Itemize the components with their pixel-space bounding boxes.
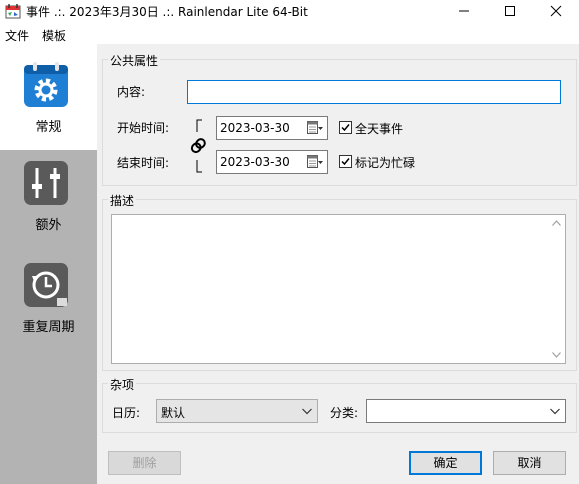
close-icon: [550, 5, 562, 17]
sidebar-item-label: 常规: [35, 120, 62, 135]
gear-calendar-icon: [24, 62, 68, 107]
scroll-up-icon[interactable]: [552, 220, 561, 226]
cancel-button[interactable]: 取消: [493, 451, 566, 475]
sidebar-item-extra[interactable]: 额外: [0, 150, 97, 246]
calendar-select-value: 默认: [161, 406, 186, 420]
content-label: 内容:: [117, 85, 146, 99]
calendar-dropdown-icon: [307, 155, 323, 168]
description-scrollbar[interactable]: [548, 215, 565, 363]
title-bar[interactable]: 事件 .:. 2023年3月30日 .:. Rainlendar Lite 64…: [0, 0, 579, 22]
window-title: 事件 .:. 2023年3月30日 .:. Rainlendar Lite 64…: [26, 5, 308, 19]
calendar-select[interactable]: 默认: [156, 399, 318, 423]
category-select[interactable]: [366, 399, 566, 423]
content-input[interactable]: [187, 80, 561, 104]
allday-checkbox[interactable]: [339, 121, 352, 134]
sliders-icon: [24, 161, 68, 205]
category-label: 分类:: [330, 406, 359, 420]
sidebar-item-recurrence[interactable]: 重复周期: [0, 250, 97, 346]
checkmark-icon: [341, 124, 350, 132]
description-textarea[interactable]: [111, 214, 566, 364]
busy-checkbox[interactable]: [339, 155, 352, 168]
chevron-down-icon: [550, 408, 560, 415]
start-date-value: 2023-03-30: [220, 121, 290, 135]
misc-group-title: 杂项: [108, 376, 137, 393]
scroll-down-icon[interactable]: [552, 352, 561, 358]
sidebar-item-label: 额外: [35, 218, 62, 233]
menu-file[interactable]: 文件: [5, 27, 29, 44]
allday-label[interactable]: 全天事件: [355, 120, 403, 137]
menu-template[interactable]: 模板: [42, 27, 66, 44]
recurrence-clock-icon: [24, 263, 68, 307]
app-icon: [5, 4, 21, 19]
sidebar-item-general[interactable]: 常规: [0, 44, 97, 150]
maximize-button[interactable]: [487, 0, 533, 22]
link-chain-icon[interactable]: [186, 118, 212, 174]
start-date-picker[interactable]: 2023-03-30: [216, 116, 328, 140]
end-time-label: 结束时间:: [117, 156, 170, 170]
general-group-title: 公共属性: [108, 52, 161, 69]
close-button[interactable]: [533, 0, 579, 22]
start-time-label: 开始时间:: [117, 121, 170, 135]
delete-button[interactable]: 删除: [108, 451, 181, 475]
maximize-icon: [505, 6, 515, 16]
description-group-title: 描述: [108, 192, 137, 209]
sidebar-item-label: 重复周期: [22, 320, 75, 335]
menu-bar: 文件 模板: [0, 24, 579, 44]
busy-label[interactable]: 标记为忙碌: [355, 154, 415, 171]
calendar-dropdown-icon: [307, 121, 323, 134]
chevron-down-icon: [302, 408, 312, 415]
end-date-value: 2023-03-30: [220, 155, 290, 169]
ok-button[interactable]: 确定: [409, 451, 482, 475]
calendar-label: 日历:: [112, 406, 141, 420]
minimize-icon: [459, 10, 469, 12]
end-date-picker[interactable]: 2023-03-30: [216, 150, 328, 174]
checkmark-icon: [341, 158, 350, 166]
minimize-button[interactable]: [441, 0, 487, 22]
